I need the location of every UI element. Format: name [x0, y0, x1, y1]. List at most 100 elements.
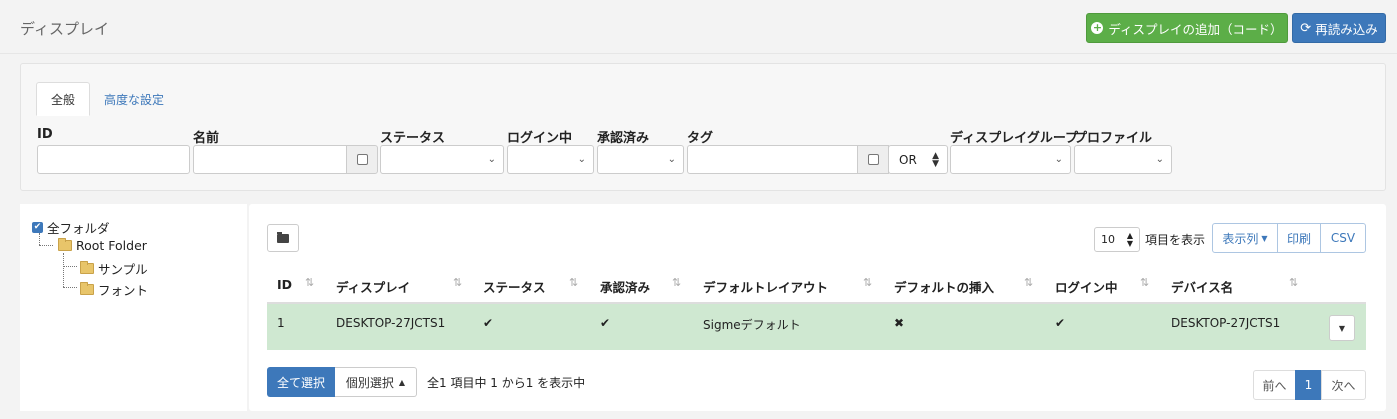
filter-panel: 全般 高度な設定 ID 名前 ステータス ⌄ ログイン中 ⌄ 承認済み ⌄ タグ…: [20, 63, 1386, 191]
logged-in-label: ログイン中: [507, 131, 573, 146]
tree-all-folders[interactable]: ✔ 全フォルダ: [32, 218, 110, 237]
table-header: ID ⇅ ディスプレイ ⇅ ステータス ⇅ 承認済み ⇅ デフォルトレイアウト …: [267, 265, 1366, 304]
page-size-select[interactable]: 10 ▲ ▼: [1094, 227, 1140, 252]
print-button[interactable]: 印刷: [1277, 223, 1321, 253]
tree-connector: [63, 266, 77, 267]
header-status[interactable]: ステータス: [483, 277, 546, 296]
individual-select-label: 個別選択: [345, 375, 394, 390]
id-input[interactable]: [37, 145, 190, 174]
updown-icon: ▲ ▼: [1126, 231, 1133, 248]
tree-connector: [63, 253, 64, 287]
header-device-name[interactable]: デバイス名: [1171, 277, 1233, 296]
display-table-panel: 10 ▲ ▼ 項目を表示 表示列 ▼ 印刷 CSV ID ⇅ ディスプレイ ⇅ ス…: [249, 204, 1386, 411]
tree-connector: [63, 287, 77, 288]
sort-icon[interactable]: ⇅: [569, 276, 578, 289]
cell-authorized-check-icon: ✔: [600, 316, 611, 330]
caret-down-icon: ▼: [1261, 233, 1268, 243]
filter-tabs: 全般 高度な設定: [36, 82, 178, 116]
display-group-select[interactable]: ⌄: [950, 145, 1071, 174]
authorized-select[interactable]: ⌄: [597, 145, 684, 174]
add-display-label: ディスプレイの追加（コード）: [1108, 21, 1283, 37]
cell-logged-in-check-icon: ✔: [1055, 316, 1066, 330]
chevron-down-icon: ⌄: [1054, 154, 1063, 165]
tab-general[interactable]: 全般: [36, 82, 91, 116]
csv-button[interactable]: CSV: [1320, 223, 1366, 253]
authorized-label: 承認済み: [597, 131, 650, 146]
updown-icon: ▲ ▼: [932, 151, 939, 169]
cell-device-name: DESKTOP-27JCTS1: [1171, 316, 1281, 330]
folder-toggle-button[interactable]: [267, 224, 299, 252]
sort-icon[interactable]: ⇅: [1140, 276, 1149, 289]
csv-label: CSV: [1330, 231, 1356, 245]
chevron-down-icon: ⌄: [487, 154, 496, 165]
sort-icon[interactable]: ⇅: [863, 276, 872, 289]
tags-label: タグ: [687, 131, 714, 146]
sort-icon[interactable]: ⇅: [1024, 276, 1033, 289]
tree-item-root[interactable]: Root Folder: [58, 238, 147, 253]
refresh-icon: ⟳: [1300, 20, 1312, 36]
add-display-button[interactable]: + ディスプレイの追加（コード）: [1086, 13, 1288, 43]
cell-display: DESKTOP-27JCTS1: [336, 316, 446, 330]
caret-down-icon: ▼: [1338, 323, 1346, 333]
font-folder-label: フォント: [98, 283, 149, 298]
id-label: ID: [37, 127, 53, 142]
cell-status-check-icon: ✔: [483, 316, 494, 330]
name-label: 名前: [193, 131, 220, 146]
columns-label: 表示列: [1222, 231, 1259, 246]
header-id[interactable]: ID: [277, 277, 292, 292]
display-group-label: ディスプレイグループ: [950, 131, 1079, 146]
logged-in-select[interactable]: ⌄: [507, 145, 594, 174]
row-actions-button[interactable]: ▼: [1329, 315, 1355, 341]
all-folders-label: 全フォルダ: [47, 221, 110, 236]
individual-select-button[interactable]: 個別選択 ▲: [335, 367, 417, 397]
header-logged-in[interactable]: ログイン中: [1055, 277, 1118, 296]
name-exact-checkbox[interactable]: [357, 154, 368, 165]
tree-connector: [39, 233, 40, 245]
profile-label: プロファイル: [1074, 131, 1153, 146]
reload-button[interactable]: ⟳ 再読み込み: [1292, 13, 1386, 43]
page-1-button[interactable]: 1: [1295, 370, 1322, 400]
profile-select[interactable]: ⌄: [1074, 145, 1172, 174]
page-size-value: 10: [1101, 233, 1115, 246]
status-label: ステータス: [380, 131, 446, 146]
reload-label: 再読み込み: [1315, 21, 1378, 37]
tag-operator-select[interactable]: OR ▲ ▼: [888, 145, 948, 174]
select-all-button[interactable]: 全て選択: [267, 367, 335, 397]
header-default-insert[interactable]: デフォルトの挿入: [894, 277, 994, 296]
checkbox-checked-icon[interactable]: ✔: [32, 222, 43, 233]
folder-tree: ✔ 全フォルダ Root Folder サンプル フォント: [20, 204, 247, 411]
header-authorized[interactable]: 承認済み: [600, 277, 650, 296]
caret-up-icon: ▲: [398, 377, 406, 387]
chevron-down-icon: ⌄: [667, 154, 676, 165]
tree-item-font[interactable]: フォント: [80, 280, 148, 299]
tag-operator-value: OR: [899, 152, 917, 167]
tab-advanced[interactable]: 高度な設定: [90, 82, 178, 116]
tags-input[interactable]: [687, 145, 858, 174]
folder-icon: [277, 231, 289, 243]
columns-button[interactable]: 表示列 ▼: [1212, 223, 1278, 253]
page-size-label: 項目を表示: [1145, 233, 1206, 247]
sort-icon[interactable]: ⇅: [672, 276, 681, 289]
cell-default-insert-cross-icon: ✖: [894, 316, 905, 330]
cell-id: 1: [277, 316, 285, 330]
status-select[interactable]: ⌄: [380, 145, 504, 174]
header-display[interactable]: ディスプレイ: [336, 277, 410, 296]
tree-connector: [39, 245, 53, 246]
tags-exact-checkbox[interactable]: [868, 154, 879, 165]
name-input[interactable]: [193, 145, 347, 174]
cell-default-layout: Sigmeデフォルト: [703, 318, 801, 332]
header-default-layout[interactable]: デフォルトレイアウト: [703, 277, 828, 296]
table-row[interactable]: 1 DESKTOP-27JCTS1 ✔ ✔ Sigmeデフォルト ✖ ✔ DES…: [267, 304, 1366, 350]
sort-icon[interactable]: ⇅: [453, 276, 462, 289]
prev-page-button[interactable]: 前へ: [1253, 370, 1296, 400]
print-label: 印刷: [1286, 231, 1311, 246]
folder-icon: [80, 282, 94, 295]
chevron-down-icon: ⌄: [1155, 154, 1164, 165]
sort-icon[interactable]: ⇅: [305, 276, 314, 289]
sort-icon[interactable]: ⇅: [1289, 276, 1298, 289]
table-info: 全1 項目中 1 から1 を表示中: [427, 376, 586, 390]
page-title: ディスプレイ: [20, 20, 109, 38]
tree-item-sample[interactable]: サンプル: [80, 259, 148, 278]
root-folder-label: Root Folder: [76, 238, 147, 253]
next-page-button[interactable]: 次へ: [1321, 370, 1366, 400]
